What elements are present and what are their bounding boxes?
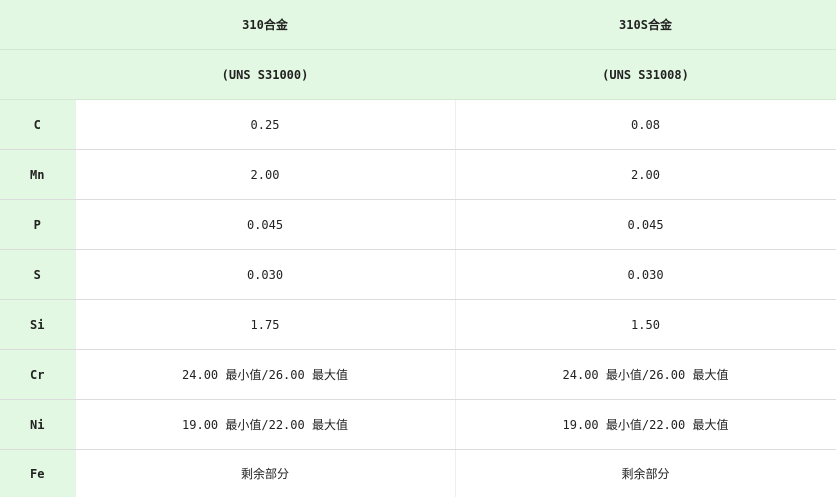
element-label: C [0, 99, 76, 150]
header-corner-uns [0, 49, 76, 100]
table-row: Ni 19.00 最小值/22.00 最大值 19.00 最小值/22.00 最… [0, 399, 836, 450]
header-alloy-310: 310合金 [75, 0, 456, 50]
header-row-alloy: 310合金 310S合金 [0, 0, 836, 50]
header-row-uns: (UNS S31000) (UNS S31008) [0, 49, 836, 100]
value-310: 1.75 [75, 299, 456, 350]
value-310: 0.030 [75, 249, 456, 300]
table-row: Mn 2.00 2.00 [0, 149, 836, 200]
table-header: 310合金 310S合金 (UNS S31000) (UNS S31008) [0, 0, 836, 100]
header-corner [0, 0, 76, 50]
header-uns-310: (UNS S31000) [75, 49, 456, 100]
table-row: Fe 剩余部分 剩余部分 [0, 449, 836, 497]
composition-table: 310合金 310S合金 (UNS S31000) (UNS S31008) C… [0, 0, 836, 497]
element-label: Ni [0, 399, 76, 450]
value-310: 剩余部分 [75, 449, 456, 497]
header-alloy-310s: 310S合金 [455, 0, 836, 50]
table-row: Cr 24.00 最小值/26.00 最大值 24.00 最小值/26.00 最… [0, 349, 836, 400]
value-310s: 2.00 [455, 149, 836, 200]
element-label: Fe [0, 449, 76, 497]
table-row: S 0.030 0.030 [0, 249, 836, 300]
value-310s: 0.045 [455, 199, 836, 250]
value-310s: 剩余部分 [455, 449, 836, 497]
value-310: 0.25 [75, 99, 456, 150]
value-310s: 0.08 [455, 99, 836, 150]
element-label: Mn [0, 149, 76, 200]
element-label: P [0, 199, 76, 250]
element-label: S [0, 249, 76, 300]
value-310: 2.00 [75, 149, 456, 200]
table-row: C 0.25 0.08 [0, 99, 836, 150]
table-row: P 0.045 0.045 [0, 199, 836, 250]
table-row: Si 1.75 1.50 [0, 299, 836, 350]
element-label: Si [0, 299, 76, 350]
value-310s: 1.50 [455, 299, 836, 350]
value-310: 19.00 最小值/22.00 最大值 [75, 399, 456, 450]
value-310: 0.045 [75, 199, 456, 250]
value-310s: 24.00 最小值/26.00 最大值 [455, 349, 836, 400]
table-body: C 0.25 0.08 Mn 2.00 2.00 P 0.045 0.045 S… [0, 99, 836, 497]
header-uns-310s: (UNS S31008) [455, 49, 836, 100]
value-310s: 19.00 最小值/22.00 最大值 [455, 399, 836, 450]
value-310: 24.00 最小值/26.00 最大值 [75, 349, 456, 400]
element-label: Cr [0, 349, 76, 400]
value-310s: 0.030 [455, 249, 836, 300]
